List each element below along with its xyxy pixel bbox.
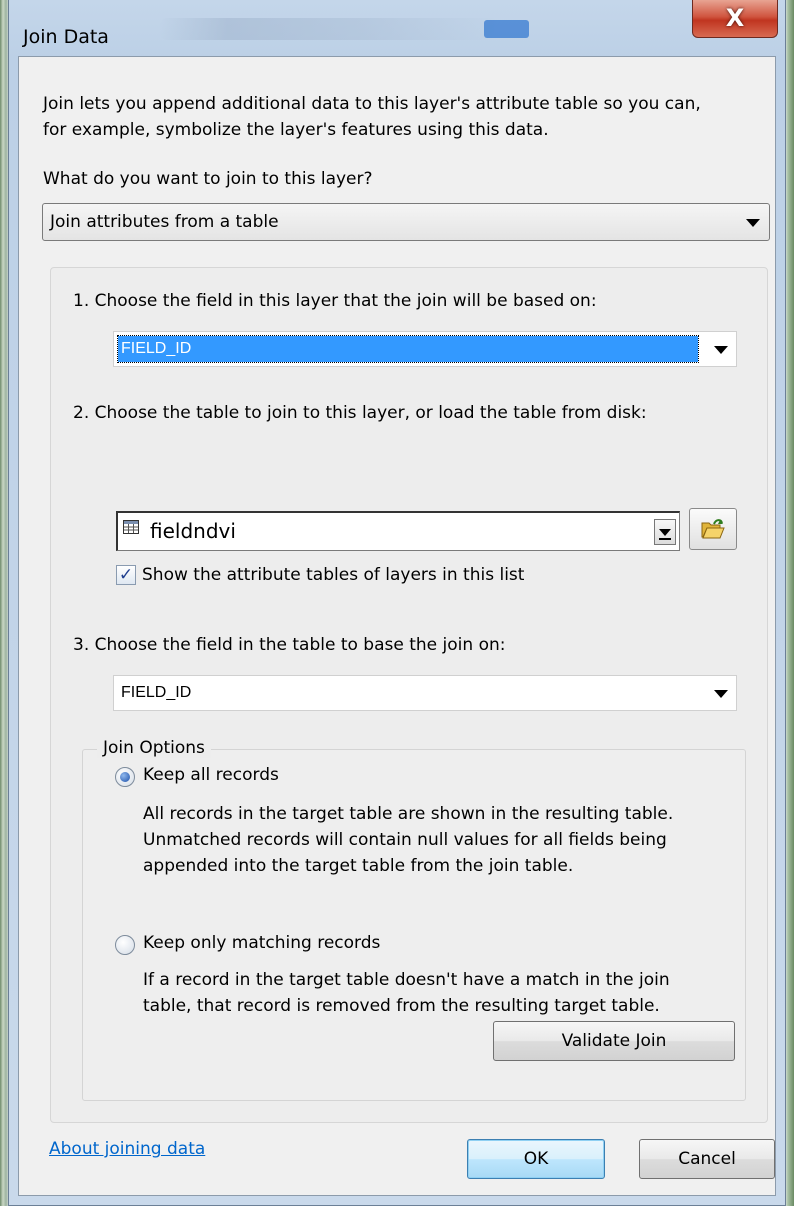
cancel-button[interactable]: Cancel	[639, 1139, 775, 1179]
window-title: Join Data	[23, 26, 109, 48]
chevron-down-icon	[714, 690, 728, 698]
dialog-body: Join lets you append additional data to …	[18, 56, 776, 1196]
chevron-down-icon	[659, 529, 671, 536]
show-attribute-tables-checkbox[interactable]: ✓	[116, 565, 136, 585]
keep-all-desc-line: All records in the target table are show…	[143, 804, 674, 824]
join-table-dropdown[interactable]: fieldndvi	[116, 511, 680, 551]
background-blur	[159, 18, 499, 40]
show-attribute-tables-label: Show the attribute tables of layers in t…	[142, 565, 525, 585]
join-type-value: Join attributes from a table	[50, 212, 279, 232]
join-field-dropdown[interactable]: FIELD_ID	[113, 675, 737, 711]
keep-all-desc-line: Unmatched records will contain null valu…	[143, 830, 667, 850]
keep-matching-desc-line: If a record in the target table doesn't …	[143, 970, 670, 990]
join-table-value: fieldndvi	[150, 519, 236, 543]
keep-all-records-description: All records in the target table are show…	[143, 801, 673, 879]
join-type-question: What do you want to join to this layer?	[43, 169, 373, 189]
keep-all-desc-line: appended into the target table from the …	[143, 856, 574, 876]
step3-label: 3. Choose the field in the table to base…	[73, 635, 506, 655]
intro-text: Join lets you append additional data to …	[43, 91, 763, 143]
background-blur-accent	[484, 20, 529, 38]
about-joining-data-link[interactable]: About joining data	[49, 1139, 205, 1159]
step1-label: 1. Choose the field in this layer that t…	[73, 291, 597, 311]
close-icon: X	[725, 4, 745, 32]
intro-line-2: for example, symbolize the layer's featu…	[43, 120, 549, 140]
keep-all-records-label: Keep all records	[143, 765, 279, 785]
layer-field-dropdown[interactable]: FIELD_ID	[113, 331, 737, 367]
table-icon	[123, 519, 139, 539]
keep-matching-records-radio[interactable]	[115, 935, 135, 955]
keep-matching-records-label: Keep only matching records	[143, 933, 381, 953]
title-bar[interactable]: Join Data X	[9, 0, 785, 56]
keep-all-records-radio[interactable]	[115, 767, 135, 787]
ok-button[interactable]: OK	[467, 1139, 605, 1179]
close-button[interactable]: X	[692, 0, 778, 38]
join-data-dialog: Join Data X Join lets you append additio…	[8, 0, 786, 1206]
browse-table-button[interactable]	[689, 508, 737, 550]
keep-matching-desc-line: table, that record is removed from the r…	[143, 996, 660, 1016]
join-field-value: FIELD_ID	[121, 684, 192, 701]
layer-field-value: FIELD_ID	[117, 335, 699, 363]
step2-label: 2. Choose the table to join to this laye…	[73, 403, 647, 423]
join-table-dropdown-button[interactable]	[654, 519, 676, 545]
chevron-down-icon	[714, 346, 728, 354]
join-type-dropdown[interactable]: Join attributes from a table	[42, 203, 770, 241]
dropdown-underline	[659, 538, 671, 540]
keep-matching-records-description: If a record in the target table doesn't …	[143, 967, 670, 1019]
validate-join-button[interactable]: Validate Join	[493, 1021, 735, 1061]
chevron-down-icon	[746, 219, 760, 227]
intro-line-1: Join lets you append additional data to …	[43, 94, 701, 114]
checkmark-icon: ✓	[118, 565, 134, 585]
join-options-legend: Join Options	[97, 738, 211, 758]
open-folder-icon	[701, 518, 725, 545]
